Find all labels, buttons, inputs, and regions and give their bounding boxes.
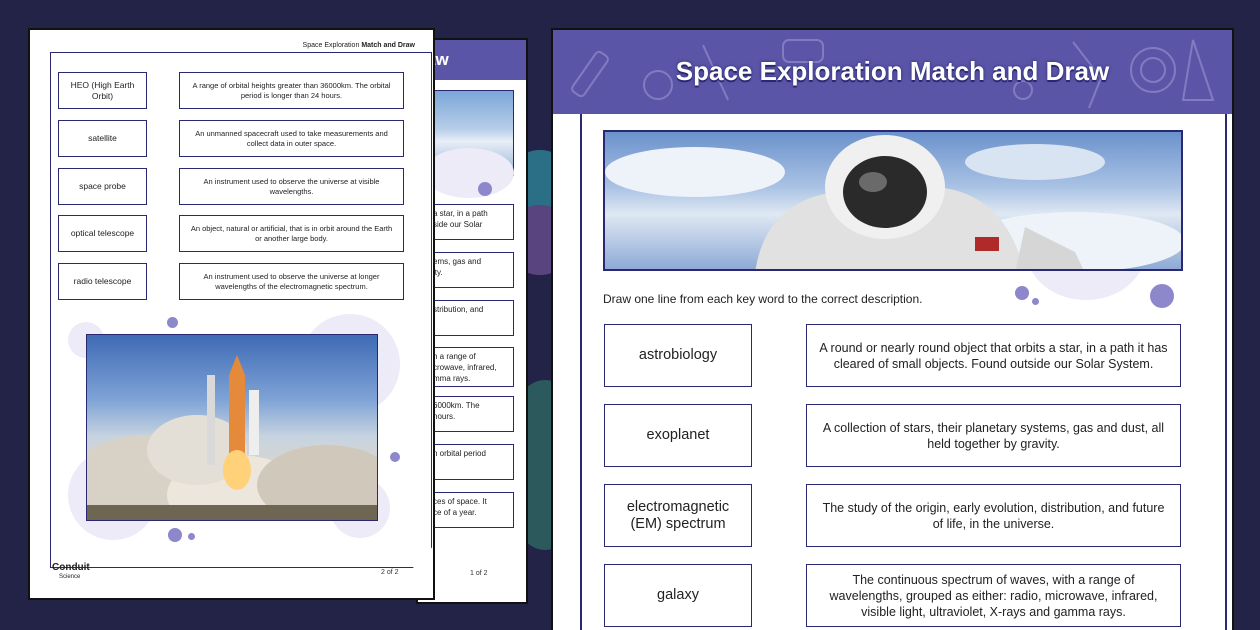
- page-number: 2 of 2: [381, 569, 399, 576]
- description-box: The study of the origin, early evolution…: [806, 484, 1181, 547]
- decorative-dot: [1150, 284, 1174, 308]
- keyword-box: radio telescope: [58, 263, 147, 300]
- decorative-dot: [478, 182, 492, 196]
- description-box: An object, natural or artificial, that i…: [179, 215, 404, 252]
- shuttle-launch-illustration: [87, 355, 377, 520]
- worksheet-page-large: Space Exploration Match and Draw Draw on…: [553, 30, 1232, 630]
- decorative-dot: [1032, 298, 1039, 305]
- conduit-logo-subtitle: Science: [59, 574, 81, 580]
- keyword-box: space probe: [58, 168, 147, 205]
- description-box: A collection of stars, their planetary s…: [806, 404, 1181, 467]
- keyword-box: optical telescope: [58, 215, 147, 252]
- keyword-box: HEO (High Earth Orbit): [58, 72, 147, 109]
- astronaut-illustration: [605, 135, 1181, 269]
- page-banner: aw: [418, 40, 526, 80]
- keyword-box: exoplanet: [604, 404, 752, 467]
- worksheet-title: Space Exploration Match and Draw: [675, 56, 1110, 86]
- description-box: An unmanned spacecraft used to take meas…: [179, 120, 404, 157]
- decorative-dot: [188, 533, 195, 540]
- keyword-box: galaxy: [604, 564, 752, 627]
- title-banner: Space Exploration Match and Draw: [553, 30, 1232, 114]
- decorative-dot: [167, 317, 178, 328]
- description-box: A range of orbital heights greater than …: [179, 72, 404, 109]
- keyword-box: electromagnetic (EM) spectrum: [604, 484, 752, 547]
- worksheet-page-1: aw a star, in a path side our Solar ems,…: [418, 40, 526, 602]
- header-bold: Match and Draw: [361, 42, 415, 49]
- decorative-circle: [424, 148, 514, 198]
- header-prefix: Space Exploration: [302, 42, 360, 49]
- astronaut-spacewalk-photo: [603, 130, 1183, 271]
- page-number: 1 of 2: [470, 570, 488, 577]
- instruction-text: Draw one line from each key word to the …: [603, 292, 923, 306]
- page-header: Space Exploration Match and Draw: [303, 42, 415, 49]
- worksheet-page-2: Space Exploration Match and Draw HEO (Hi…: [30, 30, 433, 598]
- decorative-dot: [1015, 286, 1029, 300]
- conduit-logo: Conduit: [52, 562, 90, 573]
- description-box: The continuous spectrum of waves, with a…: [806, 564, 1181, 627]
- description-box: An instrument used to observe the univer…: [179, 263, 404, 300]
- decorative-dot: [390, 452, 400, 462]
- description-box: A round or nearly round object that orbi…: [806, 324, 1181, 387]
- keyword-box: satellite: [58, 120, 147, 157]
- shuttle-launch-photo: [86, 334, 378, 521]
- keyword-box: astrobiology: [604, 324, 752, 387]
- decorative-dot: [168, 528, 182, 542]
- description-box: An instrument used to observe the univer…: [179, 168, 404, 205]
